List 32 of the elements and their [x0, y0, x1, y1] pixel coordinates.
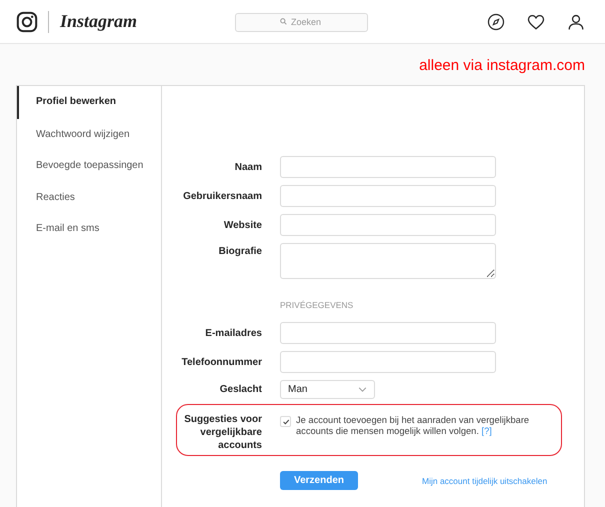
input-field[interactable]	[280, 214, 496, 236]
input-field[interactable]	[280, 322, 496, 344]
gender-select[interactable]: Man	[280, 380, 375, 399]
sidebar-item[interactable]: Profiel bewerken	[17, 86, 161, 118]
field-label: Naam	[234, 162, 262, 172]
input-field[interactable]	[280, 351, 496, 373]
sidebar-item[interactable]: Reacties	[17, 182, 161, 213]
input-field[interactable]	[280, 156, 496, 178]
field-label: Gebruikersnaam	[182, 190, 262, 202]
profile-icon[interactable]	[567, 12, 585, 30]
field-label: Geslacht	[218, 384, 262, 395]
field-label: E-mailadres	[204, 328, 262, 338]
annotation-text: alleen via instagram.com	[419, 57, 585, 74]
checkbox[interactable]	[280, 416, 291, 427]
field-label: Telefoonnummer	[180, 356, 262, 368]
input-field[interactable]	[280, 185, 496, 207]
heart-icon[interactable]	[527, 12, 545, 30]
section-heading: PRIVÉGEGEVENS	[280, 300, 354, 310]
search-icon	[280, 18, 287, 25]
sidebar-item[interactable]: Bevoegde toepassingen	[17, 150, 161, 182]
field-label: Website	[222, 220, 262, 230]
field-label: Suggesties voor vergelijkbare accounts	[183, 413, 262, 452]
bio-field[interactable]	[280, 243, 496, 279]
suggestion-text: Je account toevoegen bij het aanraden van vergelijkbare accounts die mensen mogelijk willen volgen. [?]	[296, 415, 530, 437]
field-label: Biografie	[218, 245, 262, 257]
logo-wordmark[interactable]: Instagram	[60, 11, 138, 32]
sidebar-item[interactable]: Wachtwoord wijzigen	[17, 118, 161, 150]
camera-icon[interactable]	[16, 10, 38, 32]
compass-icon[interactable]	[487, 12, 505, 30]
sidebar-item[interactable]: E-mail en sms	[17, 213, 161, 244]
chevron-icon	[358, 387, 367, 392]
search-field[interactable]: Zoeken	[235, 12, 368, 32]
